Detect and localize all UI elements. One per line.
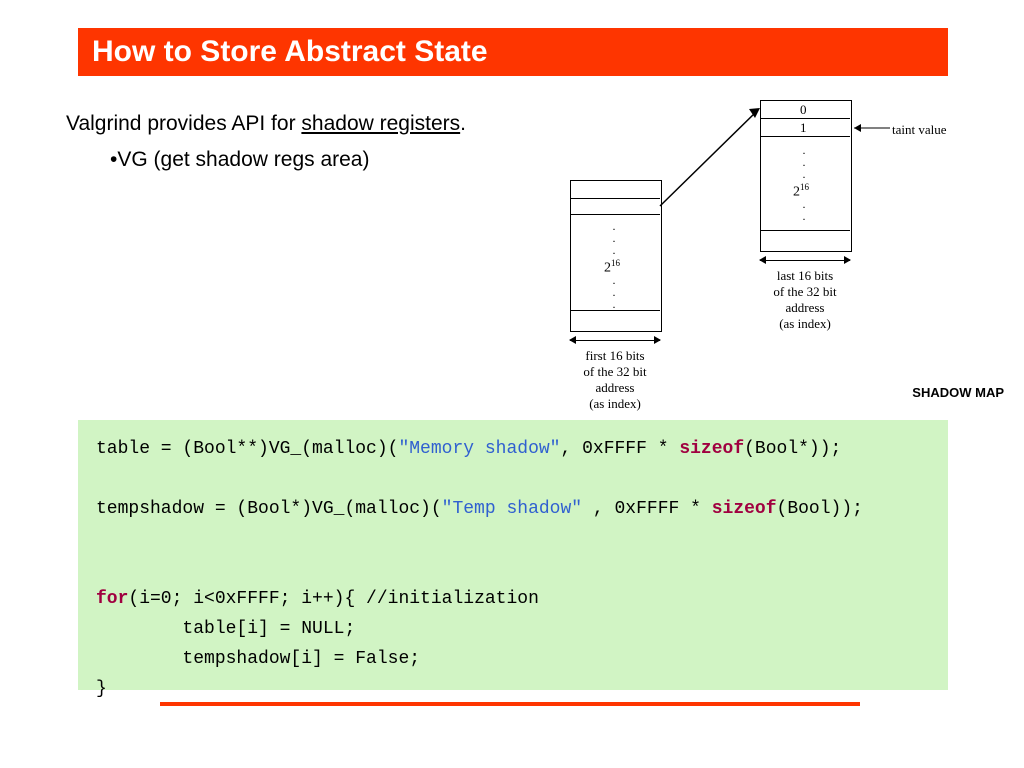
right-value: 216 [793,182,809,201]
dot: · [612,300,616,315]
dot: · [802,212,806,227]
divider [760,118,850,119]
footer-rule [160,702,860,706]
right-row1: 1 [800,120,807,136]
left-width-arrow [570,340,660,341]
taint-arrow [850,122,890,134]
divider [760,230,850,231]
code-block: table = (Bool**)VG_(malloc)("Memory shad… [78,420,948,690]
body-text-underlined: shadow registers [301,112,460,135]
slide: How to Store Abstract State Valgrind pro… [0,0,1024,768]
slide-title: How to Store Abstract State [78,28,948,76]
right-width-arrow [760,260,850,261]
divider [760,136,850,137]
left-caption: first 16 bits of the 32 bit address (as … [570,348,660,412]
shadow-map-label: SHADOW MAP [912,385,1004,400]
shadow-map-diagram: · · · 216 · · · first 16 bits of the 32 … [540,100,970,400]
link-arrow [660,100,770,210]
body-text-before: Valgrind provides API for [66,112,301,135]
divider [570,214,660,215]
bullet-item: •VG (get shadow regs area) [110,148,369,172]
divider [570,198,660,199]
right-caption: last 16 bits of the 32 bit address (as i… [760,268,850,332]
body-text: Valgrind provides API for shadow registe… [66,112,466,136]
left-value: 216 [604,258,620,277]
taint-label: taint value [892,122,947,138]
body-text-after: . [460,112,466,135]
right-row0: 0 [800,102,807,118]
